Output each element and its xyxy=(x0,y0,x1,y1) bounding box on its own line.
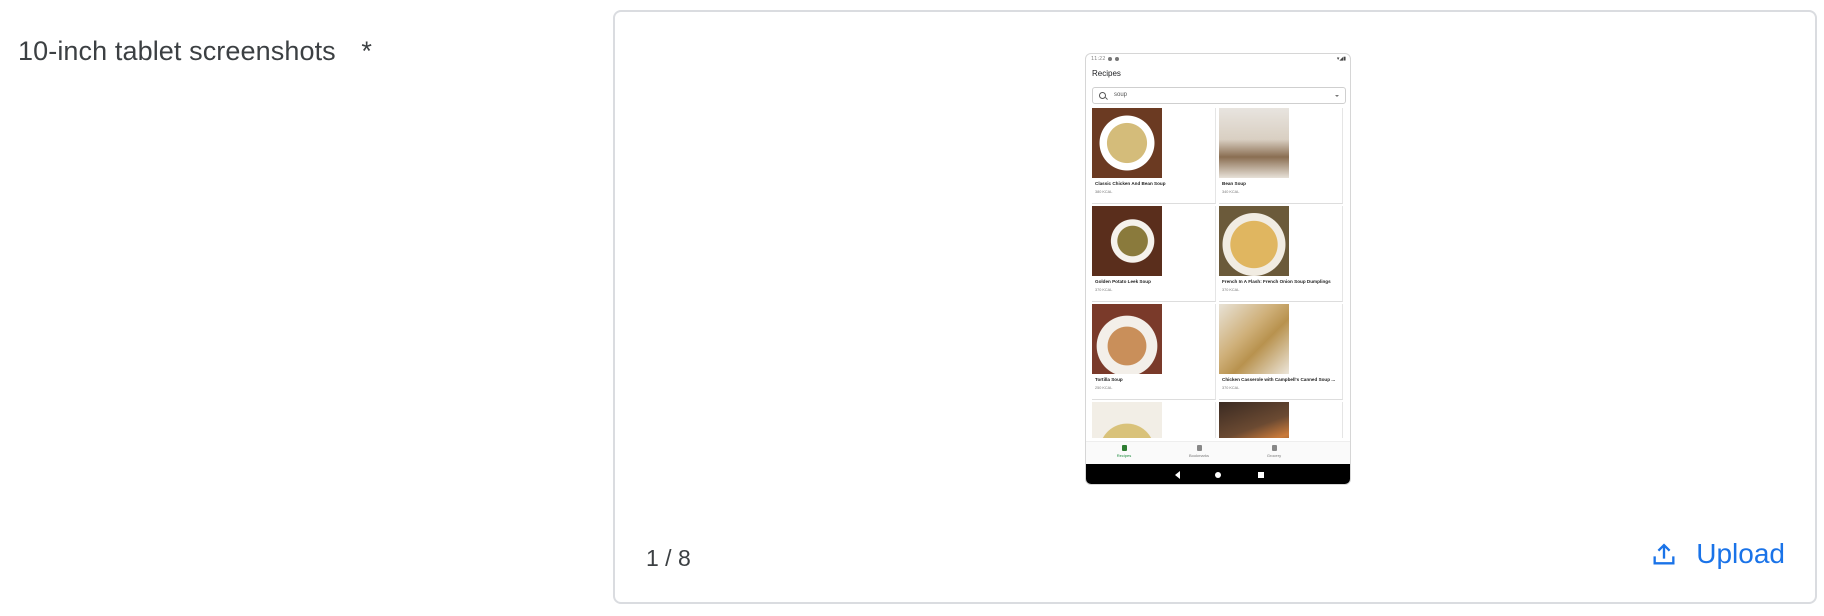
preview-search-bar: soup xyxy=(1092,87,1346,104)
recipe-image xyxy=(1219,402,1289,438)
recipe-card: French In A Flash: French Onion Soup Dum… xyxy=(1219,206,1343,302)
bookmark-icon xyxy=(1196,445,1202,451)
recipe-name: Classic Chicken And Bean Soup xyxy=(1095,181,1166,186)
screenshot-preview[interactable]: 11:22 ▾◢▮ Recipes soup Classic Chicken A… xyxy=(1085,53,1351,485)
search-icon xyxy=(1099,92,1106,99)
recipe-name: Chicken Casserole with Campbell's Canned… xyxy=(1222,377,1336,382)
preview-nav-recipes: Recipes xyxy=(1109,445,1139,458)
preview-recipe-grid: Classic Chicken And Bean Soup 380 KCAL B… xyxy=(1092,108,1346,438)
recipe-kcal: 340 KCAL xyxy=(1222,190,1240,194)
preview-nav-label: Grocery xyxy=(1266,453,1282,458)
recipe-image xyxy=(1092,304,1162,374)
recipe-image xyxy=(1092,108,1162,178)
section-title: 10-inch tablet screenshots * xyxy=(18,36,372,67)
recents-icon xyxy=(1258,472,1264,478)
screenshot-counter: 1 / 8 xyxy=(646,545,691,571)
recipe-image xyxy=(1219,108,1289,178)
preview-nav-label: Recipes xyxy=(1116,453,1132,458)
recipe-kcal: 370 KCAL xyxy=(1095,288,1113,292)
recipe-card: Golden Potato Leek Soup 370 KCAL xyxy=(1092,206,1216,302)
status-signal-icon: ▾◢▮ xyxy=(1336,56,1346,62)
preview-app-title: Recipes xyxy=(1092,69,1121,78)
upload-icon xyxy=(1653,543,1675,565)
status-notification-icon xyxy=(1115,57,1119,61)
recipe-card: Classic Chicken And Bean Soup 380 KCAL xyxy=(1092,108,1216,204)
recipes-icon xyxy=(1121,445,1127,451)
preview-nav-grocery: Grocery xyxy=(1259,445,1289,458)
preview-status-bar: 11:22 ▾◢▮ xyxy=(1086,54,1350,64)
recipe-card xyxy=(1092,402,1216,438)
recipe-card: Chicken Casserole with Campbell's Canned… xyxy=(1219,304,1343,400)
upload-label: Upload xyxy=(1696,538,1785,569)
recipe-card: Bean Soup 340 KCAL xyxy=(1219,108,1343,204)
recipe-kcal: 370 KCAL xyxy=(1222,386,1240,390)
recipe-kcal: 250 KCAL xyxy=(1095,386,1113,390)
home-icon xyxy=(1215,472,1221,478)
preview-nav-bookmarks: Bookmarks xyxy=(1184,445,1214,458)
recipe-name: French In A Flash: French Onion Soup Dum… xyxy=(1222,279,1331,284)
status-notification-icon xyxy=(1108,57,1112,61)
upload-button[interactable]: Upload xyxy=(1650,538,1785,570)
recipe-image xyxy=(1219,206,1289,276)
recipe-card: Tortilla Soup 250 KCAL xyxy=(1092,304,1216,400)
preview-search-query: soup xyxy=(1114,92,1128,98)
recipe-kcal: 370 KCAL xyxy=(1222,288,1240,292)
recipe-name: Bean Soup xyxy=(1222,181,1246,186)
preview-nav-label: Bookmarks xyxy=(1188,453,1209,458)
chevron-down-icon xyxy=(1335,95,1339,97)
recipe-image xyxy=(1092,402,1162,438)
recipe-image xyxy=(1092,206,1162,276)
recipe-name: Tortilla Soup xyxy=(1095,377,1123,382)
preview-system-nav-bar xyxy=(1086,464,1350,484)
recipe-image xyxy=(1219,304,1289,374)
screenshot-uploader-card: 11:22 ▾◢▮ Recipes soup Classic Chicken A… xyxy=(613,10,1817,604)
grocery-icon xyxy=(1271,445,1277,451)
preview-status-time: 11:22 xyxy=(1091,56,1106,62)
required-asterisk: * xyxy=(361,36,372,66)
section-title-text: 10-inch tablet screenshots xyxy=(18,36,336,66)
preview-bottom-nav: Recipes Bookmarks Grocery xyxy=(1086,441,1350,465)
recipe-card xyxy=(1219,402,1343,438)
recipe-name: Golden Potato Leek Soup xyxy=(1095,279,1151,284)
recipe-kcal: 380 KCAL xyxy=(1095,190,1113,194)
back-icon xyxy=(1175,471,1180,479)
